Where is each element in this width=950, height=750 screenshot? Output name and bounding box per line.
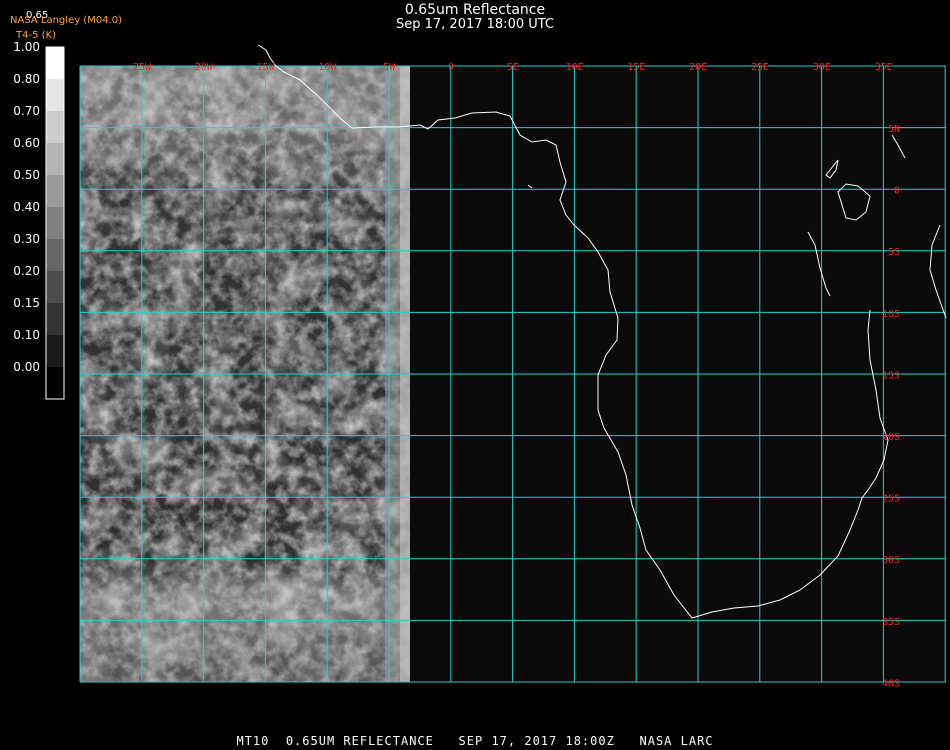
latitude-label: 20S	[882, 432, 900, 443]
colorbar-label: 0.15	[13, 296, 40, 310]
colorbar-label: 0.10	[13, 328, 40, 342]
latitude-label: 25S	[882, 494, 900, 505]
longitude-label: 5E	[507, 62, 519, 73]
longitude-label: 10E	[566, 62, 584, 73]
latitude-label: 10S	[882, 309, 900, 320]
footer-caption: MT10 0.65UM REFLECTANCE SEP 17, 2017 18:…	[236, 734, 714, 748]
longitude-label: 25E	[751, 62, 769, 73]
colorbar-label: 0.00	[13, 360, 40, 374]
colorbar-label: 0.40	[13, 200, 40, 214]
latitude-label: 35S	[882, 617, 900, 628]
latitude-label: 5N	[888, 124, 900, 135]
colorbar-label: 0.80	[13, 72, 40, 86]
colorbar-label: 0.60	[13, 136, 40, 150]
map-canvas: 25W 20W 15W 10W 5W 0 5E 10E 15E 20E 25E 30E 35E 5N 0 5…	[45, 44, 947, 689]
longitude-label: 0	[448, 62, 454, 73]
latitude-label: 30S	[882, 555, 900, 566]
colorbar-label: 1.00	[13, 40, 40, 54]
colorbar	[45, 46, 65, 400]
colorbar-label: 0.30	[13, 232, 40, 246]
longitude-label: 10W	[318, 62, 337, 73]
longitude-label: 20W	[195, 62, 214, 73]
longitude-label: 15E	[627, 62, 645, 73]
longitude-label: 20E	[689, 62, 707, 73]
latitude-label: 40S	[882, 678, 900, 689]
latitude-label: 5S	[888, 247, 900, 258]
longitude-label: 30E	[813, 62, 831, 73]
latitude-label: 15S	[882, 370, 900, 381]
colorbar-label: 0.20	[13, 264, 40, 278]
longitude-label: 35E	[875, 62, 893, 73]
colorbar-label: 0.50	[13, 168, 40, 182]
longitude-label: 5W	[383, 62, 396, 73]
latitude-label: 0	[894, 186, 900, 197]
colorbar-label: 0.70	[13, 104, 40, 118]
longitude-label: 25W	[133, 62, 152, 73]
longitude-label: 15W	[257, 62, 276, 73]
